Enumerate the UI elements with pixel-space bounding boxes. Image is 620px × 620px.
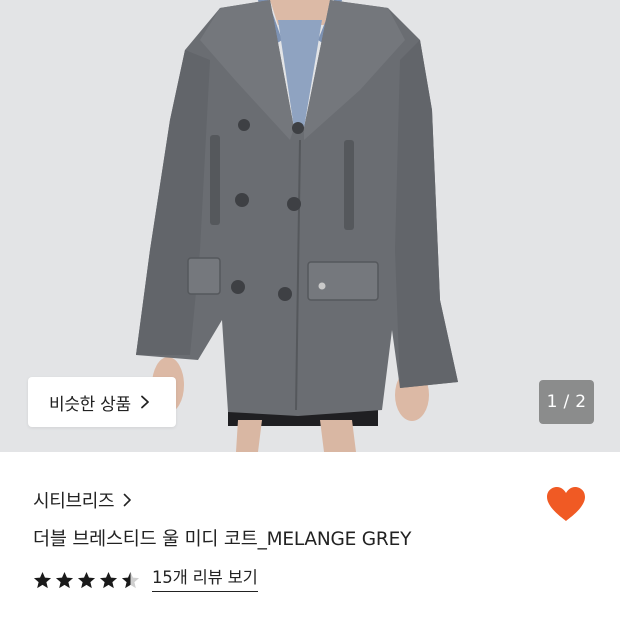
star-rating — [33, 571, 143, 590]
product-image-gallery[interactable]: 비슷한 상품 1 / 2 — [0, 0, 620, 452]
chevron-right-icon — [123, 493, 135, 507]
star-icon — [33, 571, 52, 588]
rating-row: 15개 리뷰 보기 — [33, 568, 258, 592]
star-icon — [99, 571, 118, 588]
wishlist-heart-icon[interactable] — [545, 485, 587, 523]
image-counter: 1 / 2 — [539, 380, 594, 424]
chevron-right-icon — [140, 395, 154, 409]
brand-name: 시티브리즈 — [33, 491, 115, 512]
similar-products-label: 비슷한 상품 — [49, 394, 131, 415]
product-title: 더블 브레스티드 울 미디 코트_MELANGE GREY — [33, 529, 412, 550]
brand-link[interactable]: 시티브리즈 — [33, 487, 135, 513]
review-link[interactable]: 15개 리뷰 보기 — [152, 568, 258, 592]
half-star-icon — [121, 571, 140, 588]
star-icon — [55, 571, 74, 588]
star-icon — [77, 571, 96, 588]
similar-products-button[interactable]: 비슷한 상품 — [28, 377, 176, 427]
